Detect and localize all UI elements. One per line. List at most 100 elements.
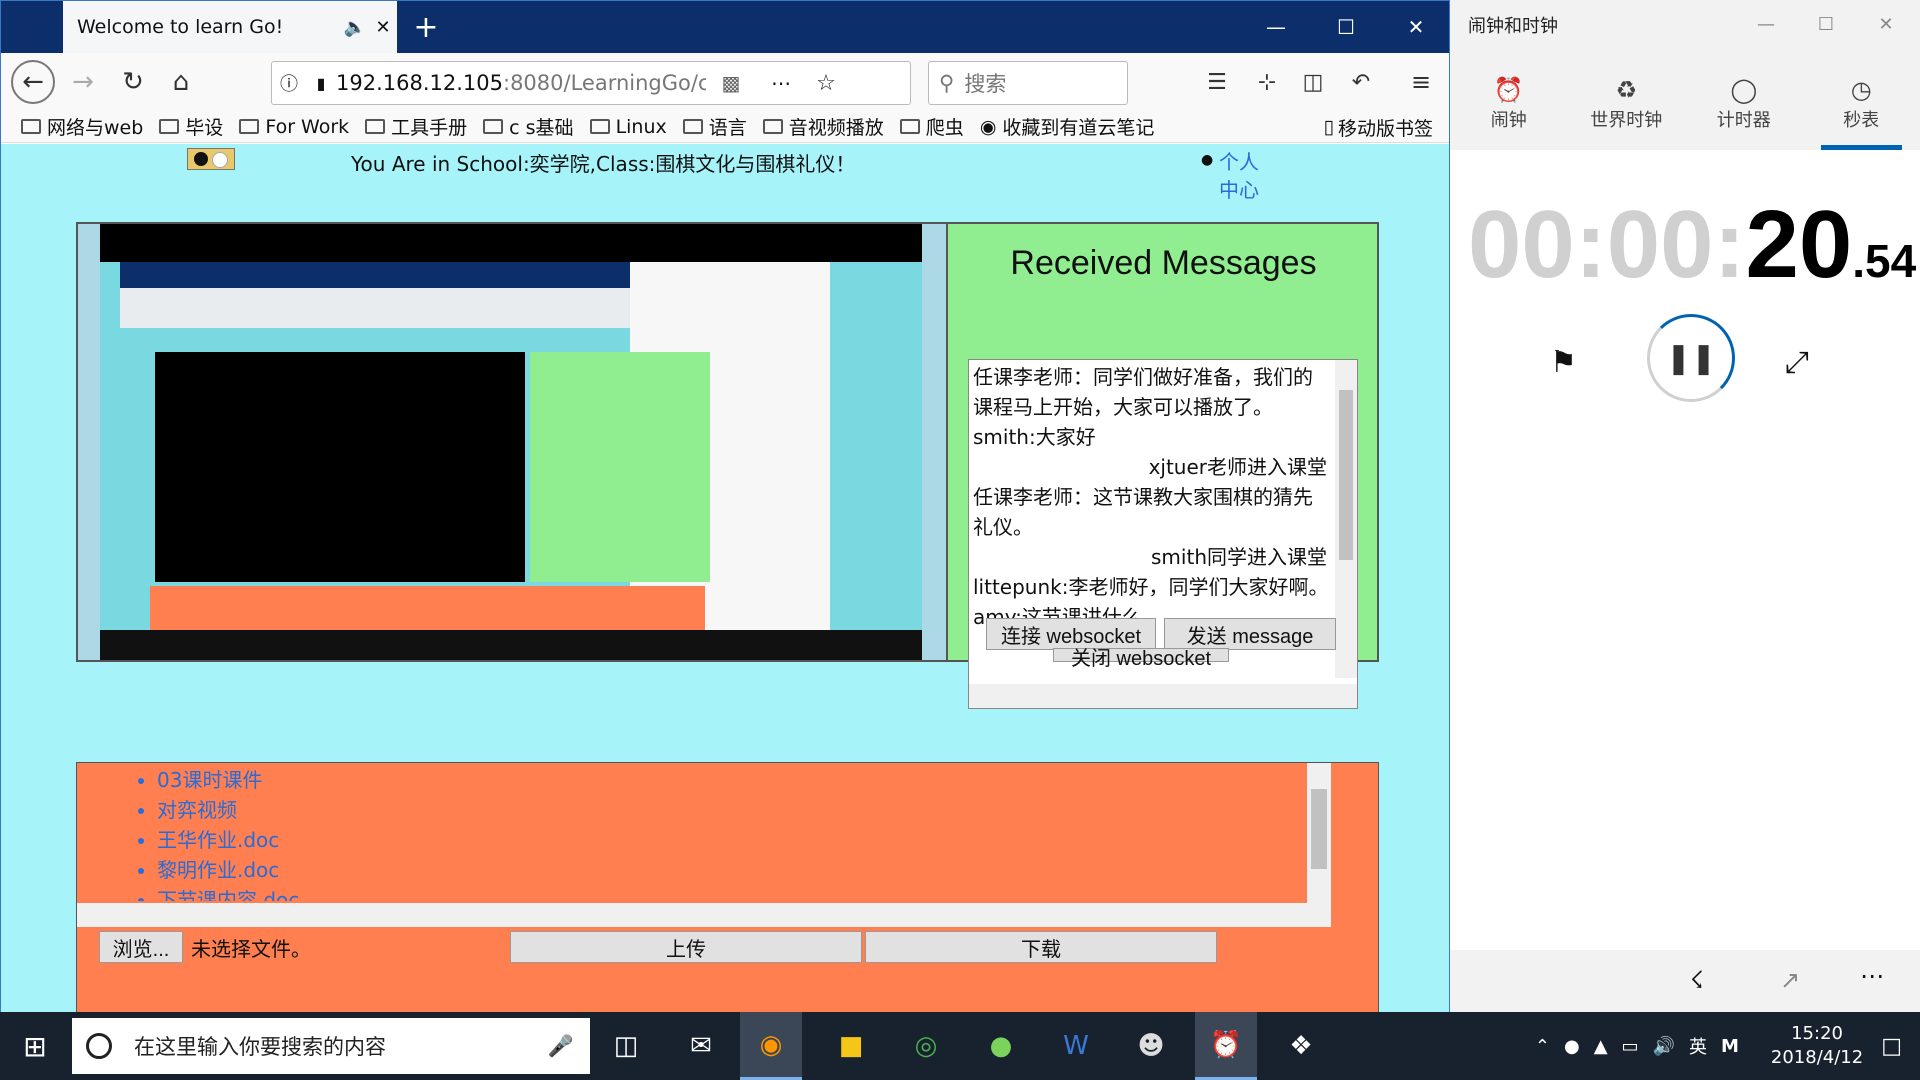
pin-icon[interactable]: ☇ bbox=[1690, 966, 1704, 994]
library-icon[interactable]: ☰ bbox=[1197, 62, 1237, 102]
minimize-button[interactable]: — bbox=[1241, 1, 1311, 53]
file-explorer-icon[interactable]: ■ bbox=[820, 1012, 882, 1080]
bookmark-label: 爬虫 bbox=[925, 117, 964, 139]
messages-horizontal-scrollbar[interactable] bbox=[969, 684, 1357, 708]
file-link[interactable]: 黎明作业.doc bbox=[157, 855, 1367, 885]
file-list-vertical-scrollbar[interactable] bbox=[1307, 763, 1331, 903]
obs-icon[interactable]: ❖ bbox=[1270, 1012, 1332, 1080]
word-icon[interactable]: W bbox=[1045, 1012, 1107, 1080]
tab-label: 闹钟 bbox=[1490, 110, 1527, 131]
lap-flag-button[interactable]: ⚑ bbox=[1550, 345, 1577, 380]
download-button[interactable]: 下载 bbox=[865, 931, 1217, 963]
ime-indicator[interactable]: 英 bbox=[1689, 1033, 1707, 1059]
sidebar-icon[interactable]: ◫ bbox=[1293, 62, 1333, 102]
battery-icon[interactable]: ▭ bbox=[1622, 1036, 1639, 1057]
clock-tray[interactable]: 15:20 2018/4/12 bbox=[1771, 1022, 1863, 1070]
bookmark-item[interactable]: 工具手册 bbox=[365, 113, 467, 140]
undo-icon[interactable]: ↶ bbox=[1341, 62, 1381, 102]
tab-timer[interactable]: ◯ 计时器 bbox=[1685, 66, 1803, 150]
scroll-thumb[interactable] bbox=[1339, 390, 1353, 560]
file-link[interactable]: 对弈视频 bbox=[157, 795, 1367, 825]
bookmark-item[interactable]: Linux bbox=[589, 116, 667, 138]
new-tab-button[interactable]: + bbox=[401, 1, 451, 53]
show-hidden-icons[interactable]: ⌃ bbox=[1535, 1036, 1550, 1057]
bookmark-star-icon[interactable]: ☆ bbox=[806, 71, 846, 96]
volume-icon[interactable]: 🔊 bbox=[1653, 1036, 1675, 1057]
file-link[interactable]: 下节课内容.doc bbox=[157, 885, 1367, 901]
app-tray-icon[interactable]: ▲ bbox=[1594, 1036, 1608, 1057]
bookmark-item[interactable]: For Work bbox=[239, 116, 349, 138]
bookmark-label: 收藏到有道云笔记 bbox=[1002, 117, 1155, 139]
expand-icon[interactable]: ⤢ bbox=[1785, 345, 1809, 380]
forward-button[interactable]: → bbox=[63, 62, 103, 102]
messages-vertical-scrollbar[interactable] bbox=[1335, 360, 1357, 678]
chrome-icon[interactable]: ◎ bbox=[895, 1012, 957, 1080]
close-tab-icon[interactable]: ✕ bbox=[369, 17, 397, 38]
bookmark-item[interactable]: c s基础 bbox=[483, 113, 574, 140]
close-websocket-button[interactable]: 关闭 websocket bbox=[1053, 648, 1229, 669]
bookmark-item[interactable]: ◉ 收藏到有道云笔记 bbox=[980, 113, 1155, 140]
user-center-link[interactable]: 个人中心 bbox=[1219, 148, 1261, 204]
back-button[interactable]: ← bbox=[11, 60, 55, 104]
file-chooser: 浏览... 未选择文件。 bbox=[99, 931, 311, 963]
wechat-tray-icon[interactable]: ● bbox=[1564, 1036, 1580, 1057]
file-list-horizontal-scrollbar[interactable] bbox=[77, 903, 1331, 927]
send-message-button[interactable]: 发送 message bbox=[1164, 618, 1336, 650]
home-button[interactable]: ⌂ bbox=[161, 62, 201, 102]
firefox-icon[interactable]: ◉ bbox=[740, 1012, 802, 1080]
menu-icon[interactable]: ≡ bbox=[1401, 62, 1441, 102]
clock-maximize-button[interactable]: ☐ bbox=[1800, 0, 1852, 48]
mobile-bookmarks[interactable]: ▯ 移动版书签 bbox=[1324, 111, 1433, 143]
mail-icon[interactable]: ✉ bbox=[670, 1012, 732, 1080]
screenshot-icon[interactable]: ⊹ bbox=[1247, 62, 1287, 102]
browser-tab[interactable]: Welcome to learn Go! 🔈 ✕ bbox=[63, 1, 397, 53]
video-player[interactable] bbox=[100, 224, 922, 660]
browser-window: Welcome to learn Go! 🔈 ✕ + — ☐ ✕ ← → ↻ ⌂… bbox=[0, 0, 1451, 1080]
alarm-icon: ⏰ bbox=[1493, 76, 1524, 104]
wechat-icon[interactable]: ● bbox=[970, 1012, 1032, 1080]
folder-icon bbox=[159, 119, 180, 134]
url-bar[interactable]: ⓘ ▮ 192.168.12.105:8080/LearningGo/cha ▩… bbox=[271, 61, 911, 105]
close-window-button[interactable]: ✕ bbox=[1381, 1, 1451, 53]
microphone-icon[interactable]: 🎤 bbox=[548, 1034, 574, 1059]
bullet-icon: ● bbox=[1201, 152, 1214, 168]
task-view-icon[interactable]: ◫ bbox=[595, 1012, 657, 1080]
reload-button[interactable]: ↻ bbox=[113, 62, 153, 102]
bookmark-item[interactable]: 网络与web bbox=[21, 113, 143, 140]
more-options-icon[interactable]: ⋯ bbox=[1860, 962, 1884, 990]
start-button[interactable]: ⊞ bbox=[0, 1012, 70, 1080]
clock-minimize-button[interactable]: — bbox=[1740, 0, 1792, 48]
notification-icon[interactable]: □ bbox=[1881, 1034, 1902, 1059]
alarms-clock-icon[interactable]: ⏰ bbox=[1195, 1012, 1257, 1080]
video-frame bbox=[100, 262, 922, 647]
pause-button[interactable]: ❚❚ bbox=[1647, 314, 1735, 402]
page-actions-icon[interactable]: ⋯ bbox=[756, 71, 806, 95]
tab-alarm[interactable]: ⏰ 闹钟 bbox=[1450, 66, 1568, 150]
bookmark-item[interactable]: 爬虫 bbox=[899, 113, 964, 140]
url-text[interactable]: 192.168.12.105:8080/LearningGo/cha bbox=[336, 71, 706, 95]
qq-icon[interactable]: ☻ bbox=[1120, 1012, 1182, 1080]
connect-websocket-button[interactable]: 连接 websocket bbox=[986, 618, 1156, 650]
upload-button[interactable]: 上传 bbox=[510, 931, 862, 963]
bookmark-item[interactable]: 语言 bbox=[682, 113, 747, 140]
maximize-button[interactable]: ☐ bbox=[1311, 1, 1381, 53]
scroll-thumb[interactable] bbox=[1311, 789, 1327, 869]
share-icon[interactable]: ↗ bbox=[1780, 966, 1800, 994]
clock-close-button[interactable]: ✕ bbox=[1860, 0, 1912, 48]
youdao-icon: ◉ bbox=[979, 115, 997, 138]
stopwatch-readout: 00:00:20.54 bbox=[1468, 190, 1916, 300]
browse-button[interactable]: 浏览... bbox=[99, 931, 183, 963]
bookmark-item[interactable]: 毕设 bbox=[159, 113, 223, 140]
info-icon[interactable]: ⓘ bbox=[272, 70, 306, 96]
tab-stopwatch[interactable]: ◷ 秒表 bbox=[1803, 66, 1920, 150]
qr-code-icon[interactable]: ▩ bbox=[706, 71, 756, 95]
speaker-icon[interactable]: 🔈 bbox=[341, 17, 369, 38]
bookmark-item[interactable]: 音视频播放 bbox=[762, 113, 884, 140]
taskbar-search[interactable]: 在这里输入你要搜索的内容 🎤 bbox=[72, 1018, 590, 1074]
search-box[interactable]: ⚲ 搜索 bbox=[928, 61, 1128, 105]
file-link[interactable]: 王华作业.doc bbox=[157, 825, 1367, 855]
file-link[interactable]: 03课时课件 bbox=[157, 765, 1367, 795]
bookmark-label: c s基础 bbox=[509, 117, 574, 139]
ime-mode-icon[interactable]: M bbox=[1721, 1036, 1739, 1057]
tab-world-clock[interactable]: ♻ 世界时钟 bbox=[1568, 66, 1686, 150]
